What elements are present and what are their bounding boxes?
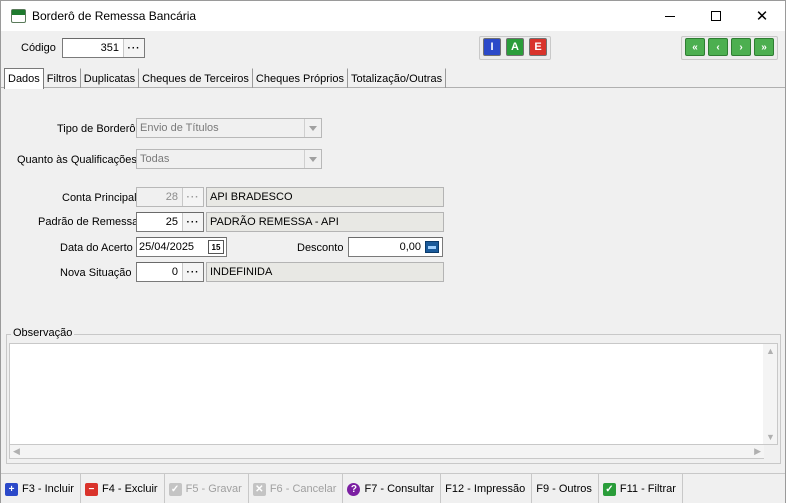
chevron-right-icon: › — [739, 41, 743, 53]
app-icon — [11, 9, 26, 23]
desconto-field[interactable]: 0,00 — [348, 237, 443, 257]
padrao-lookup-button[interactable]: ··· — [182, 213, 203, 231]
tab-dados[interactable]: Dados — [4, 68, 44, 89]
plus-icon: + — [5, 482, 18, 496]
conta-principal-desc: API BRADESCO — [206, 187, 444, 207]
quanto-qualificacoes-value: Todas — [140, 153, 170, 165]
close-button[interactable]: ✕ — [739, 1, 785, 31]
conta-principal-field[interactable]: 28 ··· — [136, 187, 204, 207]
gravar-button[interactable]: ✓ F5 - Gravar — [165, 474, 249, 503]
tab-duplicatas[interactable]: Duplicatas — [81, 68, 140, 88]
cancelar-button[interactable]: ✕ F6 - Cancelar — [249, 474, 344, 503]
nova-situacao-label: Nova Situação — [60, 267, 132, 279]
scroll-right-icon[interactable]: ▶ — [754, 446, 761, 457]
nova-situacao-field[interactable]: 0 ··· — [136, 262, 204, 282]
question-icon: ? — [347, 482, 361, 496]
double-chevron-right-icon: » — [761, 41, 767, 53]
quanto-qualificacoes-label: Quanto às Qualificações — [17, 154, 137, 166]
tipo-bordero-label: Tipo de Borderô — [57, 123, 136, 135]
exclude-button[interactable]: E — [529, 38, 547, 56]
close-icon: ✕ — [755, 7, 769, 25]
tab-strip: Dados Filtros Duplicatas Cheques de Terc… — [4, 68, 447, 89]
scroll-left-icon[interactable]: ◀ — [13, 446, 20, 457]
observacao-horizontal-scrollbar[interactable]: ◀ ▶ — [9, 445, 764, 459]
filter-check-icon: ✓ — [602, 482, 616, 496]
calendar-icon[interactable]: 15 — [208, 240, 224, 254]
maximize-button[interactable] — [693, 1, 739, 31]
minimize-button[interactable] — [647, 1, 693, 31]
alter-icon: A — [511, 41, 519, 53]
filtrar-label: F11 - Filtrar — [619, 483, 676, 495]
nova-situacao-code: 0 — [171, 266, 178, 278]
codigo-field[interactable]: 351 ··· — [62, 38, 145, 58]
title-bar: Borderô de Remessa Bancária ✕ — [1, 1, 785, 31]
calculator-icon[interactable] — [425, 241, 439, 253]
padrao-remessa-desc: PADRÃO REMESSA - API — [206, 212, 444, 232]
padrao-remessa-field[interactable]: 25 ··· — [136, 212, 204, 232]
outros-button[interactable]: F9 - Outros — [532, 474, 599, 503]
nova-situacao-desc: INDEFINIDA — [206, 262, 444, 282]
data-acerto-value: 25/04/2025 — [139, 241, 195, 253]
padrao-remessa-label: Padrão de Remessa — [38, 216, 139, 228]
function-key-bar: + F3 - Incluir − F4 - Excluir ✓ F5 - Gra… — [1, 473, 785, 503]
consultar-button[interactable]: ? F7 - Consultar — [343, 474, 442, 503]
outros-label: F9 - Outros — [536, 483, 592, 495]
scroll-up-icon[interactable]: ▲ — [766, 346, 775, 356]
last-record-button[interactable]: » — [754, 38, 774, 56]
borderô-window: Borderô de Remessa Bancária ✕ Código 351… — [0, 0, 786, 503]
scroll-down-icon[interactable]: ▼ — [766, 432, 775, 442]
insert-button[interactable]: I — [483, 38, 501, 56]
conta-principal-label: Conta Principal — [62, 192, 137, 204]
tab-filtros[interactable]: Filtros — [44, 68, 81, 88]
maximize-icon — [711, 11, 721, 21]
alter-button[interactable]: A — [506, 38, 524, 56]
impressao-button[interactable]: F12 - Impressão — [441, 474, 533, 503]
excluir-button[interactable]: − F4 - Excluir — [81, 474, 165, 503]
codigo-value: 351 — [100, 42, 119, 54]
window-title: Borderô de Remessa Bancária — [32, 9, 197, 23]
observacao-textarea[interactable]: ▲ ▼ — [9, 343, 778, 445]
impressao-label: F12 - Impressão — [445, 483, 526, 495]
check-icon: ✓ — [168, 482, 182, 496]
codigo-lookup-button[interactable]: ··· — [123, 39, 144, 57]
situacao-lookup-button[interactable]: ··· — [182, 263, 203, 281]
tab-totalizacao[interactable]: Totalização/Outras — [348, 68, 447, 88]
tipo-bordero-select[interactable]: Envio de Títulos — [136, 118, 322, 138]
first-record-button[interactable]: « — [685, 38, 705, 56]
desconto-label: Desconto — [297, 242, 344, 254]
data-acerto-label: Data do Acerto — [60, 242, 133, 254]
chevron-down-icon[interactable] — [304, 119, 321, 137]
minimize-icon — [665, 15, 675, 17]
observacao-label: Observação — [11, 327, 75, 339]
double-chevron-left-icon: « — [692, 41, 698, 53]
previous-record-button[interactable]: ‹ — [708, 38, 728, 56]
incluir-button[interactable]: + F3 - Incluir — [1, 474, 81, 503]
quanto-qualificacoes-select[interactable]: Todas — [136, 149, 322, 169]
codigo-label: Código — [21, 42, 56, 54]
desconto-value: 0,00 — [399, 241, 421, 253]
tab-cheques-proprios[interactable]: Cheques Próprios — [253, 68, 348, 88]
exclude-icon: E — [534, 41, 542, 53]
conta-lookup-button[interactable]: ··· — [182, 188, 203, 206]
padrao-remessa-code: 25 — [165, 216, 178, 228]
data-acerto-field[interactable]: 25/04/2025 15 — [136, 237, 227, 257]
filtrar-button[interactable]: ✓ F11 - Filtrar — [599, 474, 683, 503]
chevron-down-icon[interactable] — [304, 150, 321, 168]
next-record-button[interactable]: › — [731, 38, 751, 56]
x-icon: ✕ — [252, 482, 266, 496]
incluir-label: F3 - Incluir — [22, 483, 74, 495]
cancelar-label: F6 - Cancelar — [269, 483, 337, 495]
insert-icon: I — [490, 41, 494, 53]
minus-icon: − — [84, 482, 98, 496]
consultar-label: F7 - Consultar — [364, 483, 435, 495]
chevron-left-icon: ‹ — [716, 41, 720, 53]
gravar-label: F5 - Gravar — [185, 483, 242, 495]
observacao-vertical-scrollbar[interactable]: ▲ ▼ — [763, 344, 777, 444]
tab-cheques-terceiros[interactable]: Cheques de Terceiros — [139, 68, 253, 88]
excluir-label: F4 - Excluir — [101, 483, 158, 495]
tipo-bordero-value: Envio de Títulos — [140, 122, 219, 134]
conta-principal-code: 28 — [165, 191, 178, 203]
